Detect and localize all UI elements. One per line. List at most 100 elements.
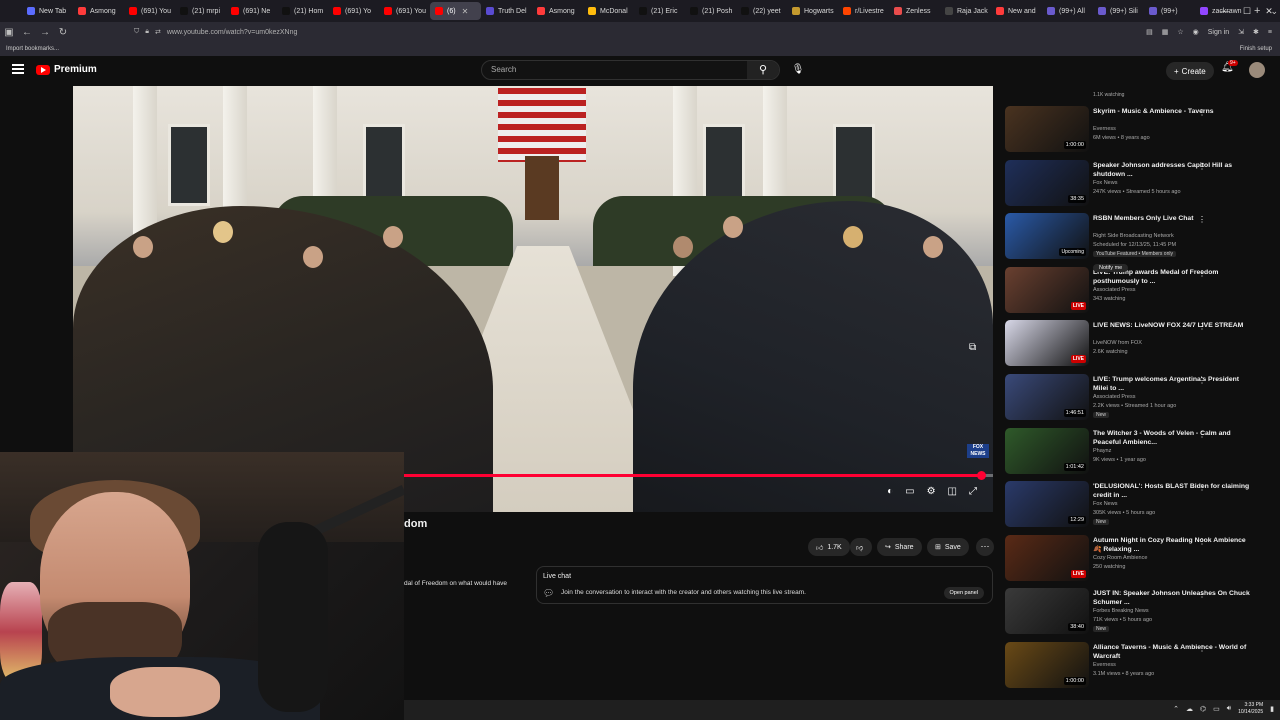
video-thumbnail[interactable]: 1:00:00: [1005, 642, 1089, 688]
recommendation-title[interactable]: Speaker Johnson addresses Capitol Hill a…: [1093, 161, 1253, 179]
channel-name[interactable]: Associated Press: [1093, 394, 1136, 400]
finish-setup-link[interactable]: Finish setup: [1240, 46, 1272, 52]
channel-name[interactable]: Forbes Breaking News: [1093, 608, 1149, 614]
microphone-icon[interactable]: 🎙︎: [789, 61, 807, 79]
browser-tab[interactable]: (99+): [1144, 2, 1195, 20]
channel-name[interactable]: Right Side Broadcasting Network: [1093, 233, 1174, 239]
recommendation-title[interactable]: RSBN Members Only Live Chat: [1093, 214, 1253, 223]
back-icon[interactable]: ←: [18, 27, 36, 38]
channel-name[interactable]: LiveNOW from FOX: [1093, 340, 1142, 346]
more-options-icon[interactable]: ⋮: [1198, 590, 1206, 599]
more-options-icon[interactable]: ⋮: [1198, 644, 1206, 653]
browser-tab[interactable]: Truth Del: [481, 2, 532, 20]
more-options-icon[interactable]: ⋮: [1198, 483, 1206, 492]
notifications-center-icon[interactable]: ▮: [1270, 705, 1274, 713]
browser-tab[interactable]: (21) Eric: [634, 2, 685, 20]
browser-tab[interactable]: (99+) All: [1042, 2, 1093, 20]
bookmark-star-icon[interactable]: ☆: [1177, 28, 1183, 36]
search-icon[interactable]: ⚲: [747, 61, 779, 79]
recommendation-title[interactable]: The Witcher 3 - Woods of Velen - Calm an…: [1093, 429, 1253, 447]
save-button[interactable]: ⊞ Save: [927, 538, 969, 556]
cloud-icon[interactable]: ☁: [1186, 705, 1193, 713]
volume-icon[interactable]: 🔊︎: [1227, 705, 1231, 713]
import-bookmarks-link[interactable]: Import bookmarks...: [6, 46, 59, 52]
more-options-icon[interactable]: ⋮: [1198, 215, 1206, 224]
dislike-button[interactable]: 👎︎: [850, 538, 872, 556]
channel-name[interactable]: Cozy Room Ambience: [1093, 555, 1147, 561]
tray-overflow-icon[interactable]: ⌃: [1173, 705, 1179, 713]
browser-tab[interactable]: (6) ✕: [430, 2, 481, 20]
settings-gear-icon[interactable]: ⚙: [927, 486, 936, 497]
channel-name[interactable]: Fox News: [1093, 501, 1117, 507]
description-snippet[interactable]: dal of Freedom on what would have: [404, 580, 507, 587]
miniplayer-icon[interactable]: ◫: [948, 486, 957, 497]
video-thumbnail[interactable]: LIVE: [1005, 320, 1089, 367]
picture-in-picture-icon[interactable]: ⧉: [969, 342, 976, 353]
recommendation-item[interactable]: 1:00:00 Skyrim - Music & Ambience - Taver…: [1005, 106, 1270, 156]
more-options-icon[interactable]: ⋮: [1198, 162, 1206, 171]
autoplay-toggle-icon[interactable]: ◐: [887, 486, 893, 497]
open-panel-button[interactable]: Open panel: [943, 587, 984, 599]
recommendation-title[interactable]: JUST IN: Speaker Johnson Unleashes On Ch…: [1093, 589, 1253, 607]
browser-tab[interactable]: New Tab: [22, 2, 73, 20]
more-options-icon[interactable]: ⋮: [1198, 269, 1206, 278]
recommendation-title[interactable]: 'DELUSIONAL': Hosts BLAST Biden for clai…: [1093, 482, 1253, 500]
browser-tab[interactable]: (691) Ne: [226, 2, 277, 20]
recommendation-item[interactable]: LIVE LIVE NEWS: LiveNOW FOX 24/7 LIVE STR…: [1005, 320, 1270, 370]
extension-icon[interactable]: ▦: [1162, 28, 1169, 36]
video-thumbnail[interactable]: 1:00:00: [1005, 106, 1089, 152]
reload-icon[interactable]: ↻: [54, 27, 72, 38]
close-window-icon[interactable]: ✕: [1258, 0, 1280, 22]
progress-bar[interactable]: [403, 471, 993, 480]
recommendation-item[interactable]: 38:35 Speaker Johnson addresses Capitol H…: [1005, 159, 1270, 210]
recommendation-item[interactable]: 38:40 JUST IN: Speaker Johnson Unleashes …: [1005, 588, 1270, 638]
recommendation-item[interactable]: 12:29 'DELUSIONAL': Hosts BLAST Biden for…: [1005, 481, 1270, 531]
video-thumbnail[interactable]: 38:35: [1005, 159, 1089, 206]
browser-tab[interactable]: New and: [991, 2, 1042, 20]
video-thumbnail[interactable]: 12:29: [1005, 481, 1089, 528]
share-button[interactable]: ↪ Share: [877, 538, 922, 556]
video-player[interactable]: ⧉ FOX NEWS ◐ ▭ ⚙ ◫ ⤢: [73, 86, 993, 512]
browser-tab[interactable]: Asmong: [73, 2, 124, 20]
sidebar-toggle-icon[interactable]: ▣: [0, 27, 18, 38]
forward-icon[interactable]: →: [36, 27, 54, 38]
video-thumbnail[interactable]: 38:40: [1005, 588, 1089, 635]
more-options-icon[interactable]: ⋮: [1198, 108, 1206, 117]
browser-tab[interactable]: (691) You: [379, 2, 430, 20]
more-options-icon[interactable]: ⋮: [1198, 537, 1206, 546]
browser-tab[interactable]: McDonal: [583, 2, 634, 20]
sign-in-link[interactable]: Sign in: [1208, 29, 1229, 36]
channel-name[interactable]: Phaynz: [1093, 448, 1111, 454]
recommendation-title[interactable]: Alliance Taverns - Music & Ambience - Wo…: [1093, 643, 1253, 661]
recommendation-item[interactable]: 1:46:51 LIVE: Trump welcomes Argentina's …: [1005, 374, 1270, 424]
display-icon[interactable]: ▭: [1213, 705, 1220, 713]
recommendation-item[interactable]: LIVE LIVE: Trump awards Medal of Freedom …: [1005, 266, 1270, 317]
youtube-logo[interactable]: Premium: [36, 64, 97, 75]
avatar[interactable]: [1249, 62, 1265, 78]
channel-name[interactable]: Everness: [1093, 662, 1116, 668]
shortcuts-icon[interactable]: ⇲: [1238, 28, 1244, 36]
recommendation-title[interactable]: LIVE: Trump welcomes Argentina's Preside…: [1093, 375, 1253, 393]
address-bar[interactable]: ⛉ 🔒︎ ⇄ www.youtube.com/watch?v=um0kezXNn…: [134, 24, 1034, 40]
recommendation-item[interactable]: LIVE Autumn Night in Cozy Reading Nook Am…: [1005, 534, 1270, 585]
subtitles-icon[interactable]: ▭: [905, 486, 914, 497]
browser-tab[interactable]: Raja Jack: [940, 2, 991, 20]
browser-tab[interactable]: Zenless: [889, 2, 940, 20]
channel-name[interactable]: Fox News: [1093, 180, 1117, 186]
browser-tab[interactable]: (99+) Sili: [1093, 2, 1144, 20]
account-icon[interactable]: ◉: [1193, 28, 1199, 36]
channel-name[interactable]: Everness: [1093, 126, 1116, 132]
notify-me-button[interactable]: Notify me: [1093, 264, 1129, 272]
video-thumbnail[interactable]: LIVE: [1005, 534, 1089, 581]
recommendation-item[interactable]: Upcoming RSBN Members Only Live Chat Right…: [1005, 213, 1270, 263]
recommendation-title[interactable]: Autumn Night in Cozy Reading Nook Ambien…: [1093, 536, 1253, 554]
video-thumbnail[interactable]: Upcoming: [1005, 213, 1089, 260]
video-thumbnail[interactable]: 1:46:51: [1005, 374, 1089, 420]
maximize-icon[interactable]: ☐: [1236, 0, 1258, 22]
more-actions-icon[interactable]: ⋯: [976, 538, 994, 556]
like-button[interactable]: 👍︎ 1.7K: [808, 538, 850, 556]
recommendation-title[interactable]: LIVE NEWS: LiveNOW FOX 24/7 LIVE STREAM: [1093, 321, 1253, 330]
reader-view-icon[interactable]: ▤: [1146, 28, 1153, 36]
search-input[interactable]: [491, 65, 741, 74]
browser-tab[interactable]: Asmong: [532, 2, 583, 20]
